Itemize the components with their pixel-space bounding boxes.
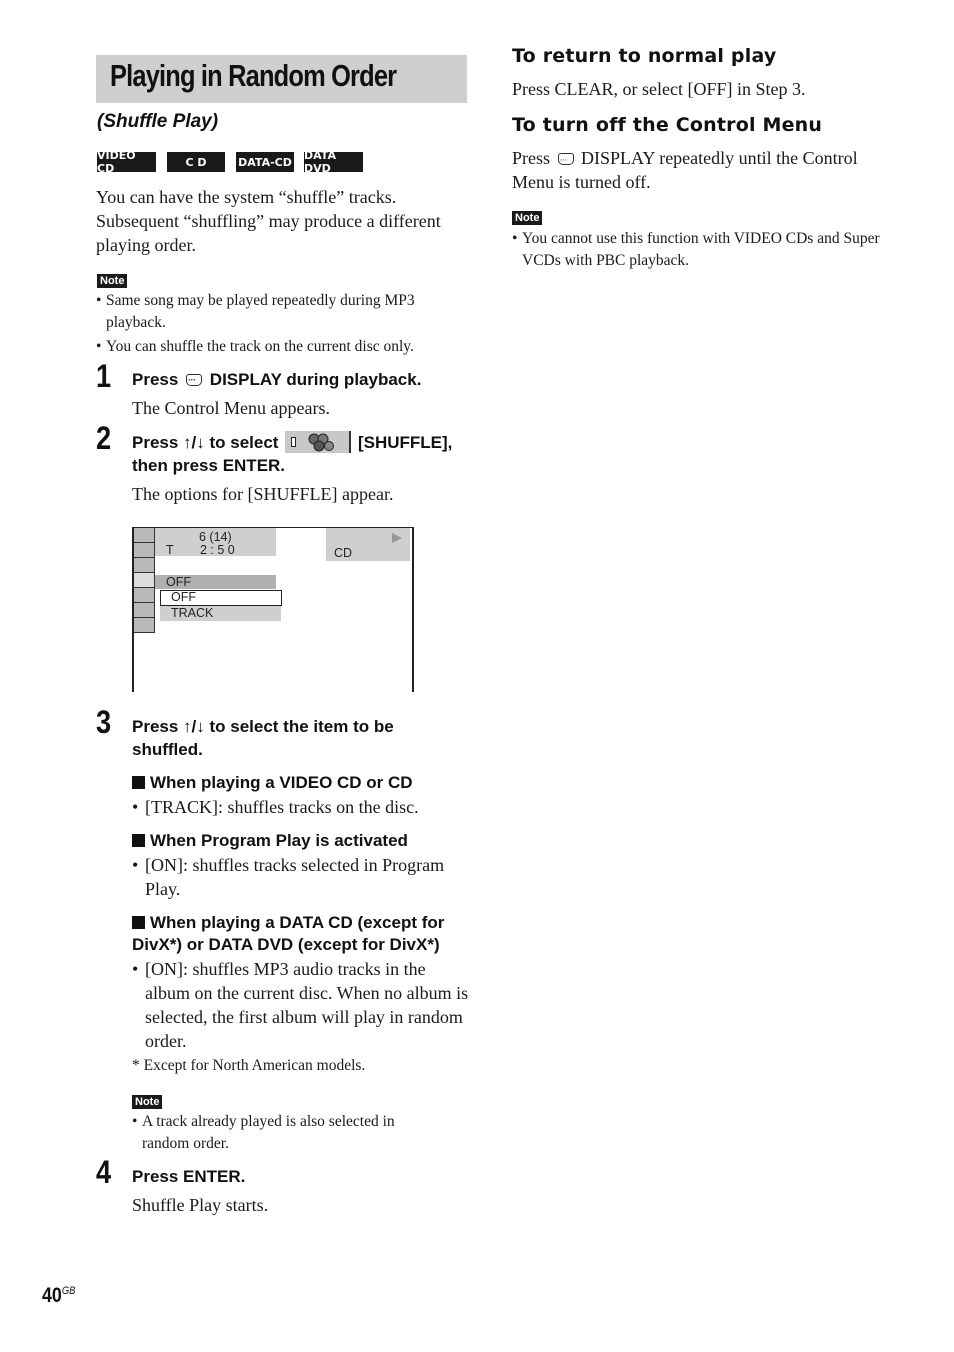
square-bullet-icon (132, 916, 145, 929)
menu-icon-slot (134, 558, 155, 573)
subsection-bullet: [ON]: shuffles MP3 audio tracks in the a… (132, 957, 472, 1053)
option-label: TRACK (171, 606, 214, 620)
page-subtitle: (Shuffle Play) (97, 111, 219, 132)
subsection-heading: When playing a DATA CD (except for DivX*… (132, 912, 472, 956)
page-number: 40GB (42, 1284, 75, 1308)
step-heading-text: Press ↑/↓ to select (132, 433, 279, 452)
section-body: Press CLEAR, or select [OFF] in Step 3. (512, 79, 806, 99)
section-body: Press DISPLAY repeatedly until the Contr… (512, 146, 892, 194)
note-item: You cannot use this function with VIDEO … (512, 228, 887, 272)
shuffle-icon-graphic (291, 433, 335, 452)
subsection-heading: When Program Play is activated (132, 830, 472, 852)
display-button-icon (186, 369, 203, 392)
section-heading: To return to normal play (512, 45, 777, 67)
subsection: When playing a VIDEO CD or CD [TRACK]: s… (132, 772, 472, 819)
footnote: * Except for North American models. (132, 1057, 366, 1074)
subsection: When playing a DATA CD (except for DivX*… (132, 912, 472, 1053)
step-heading-text: then press ENTER. (132, 456, 286, 475)
step-body: The Control Menu appears. (132, 398, 330, 418)
subsection-title: When playing a DATA CD (except for DivX*… (132, 913, 445, 954)
note-item: A track already played is also selected … (132, 1111, 432, 1155)
menu-icon-slot (134, 528, 155, 543)
intro-paragraph: You can have the system “shuffle” tracks… (96, 187, 441, 255)
note-item: Same song may be played repeatedly durin… (96, 290, 468, 334)
subsection-title: When Program Play is activated (150, 831, 408, 850)
subsection-bullet: [TRACK]: shuffles tracks on the disc. (132, 795, 472, 819)
badge-data-cd: DATA-CD (236, 152, 294, 172)
play-icon (392, 533, 402, 543)
menu-icon-slot-selected (134, 573, 155, 588)
square-bullet-icon (132, 776, 145, 789)
subsection-heading: When playing a VIDEO CD or CD (132, 772, 472, 794)
page-number-value: 40 (42, 1284, 62, 1307)
section-heading: To turn off the Control Menu (512, 114, 823, 136)
disc-type: CD (334, 546, 353, 560)
badge-data-dvd: DATA DVD (304, 149, 363, 175)
step-body: The options for [SHUFFLE] appear. (132, 484, 394, 504)
step-heading-text: DISPLAY during playback. (209, 370, 422, 389)
menu-icon-slot (134, 543, 155, 558)
step-heading-text: [SHUFFLE], (357, 433, 453, 452)
step-heading: Press ↑/↓ to select the item to be shuff… (132, 717, 394, 759)
step-number: 1 (96, 358, 112, 394)
time-label: T (166, 543, 174, 557)
step-number: 3 (96, 704, 112, 740)
note-list: Same song may be played repeatedly durin… (96, 290, 468, 358)
subsection-title: When playing a VIDEO CD or CD (150, 773, 413, 792)
note-label: Note (97, 274, 128, 288)
note-list: You cannot use this function with VIDEO … (512, 228, 887, 272)
step-body: Shuffle Play starts. (132, 1195, 269, 1215)
badge-cd: C D (167, 152, 225, 172)
page-number-suffix: GB (61, 1285, 76, 1297)
section-body-text: Press (512, 148, 551, 168)
note-label: Note (512, 211, 543, 225)
step-number: 2 (96, 420, 112, 456)
menu-icon-slot (134, 588, 155, 603)
current-setting: OFF (166, 575, 191, 589)
step-heading: Press DISPLAY during playback. (132, 368, 422, 392)
square-bullet-icon (132, 834, 145, 847)
note-list: A track already played is also selected … (132, 1111, 432, 1155)
track-number: 6 (14) (199, 530, 232, 544)
menu-icon-slot (134, 603, 155, 618)
note-label: Note (132, 1095, 163, 1109)
badge-video-cd: VIDEO CD (97, 149, 156, 175)
subsection-bullet: [ON]: shuffles tracks selected in Progra… (132, 853, 472, 901)
control-menu-screen: 6 (14) T 2 : 5 0 CD OFF OFF TRACK (132, 527, 414, 692)
shuffle-icon (285, 431, 352, 453)
page-title: Playing in Random Order (110, 58, 397, 93)
display-button-icon (557, 148, 574, 172)
menu-icon-slot (134, 618, 155, 633)
option-label: OFF (171, 590, 196, 604)
step-heading-text: Press (132, 370, 179, 389)
step-number: 4 (96, 1154, 112, 1190)
step-heading: Press ENTER. (132, 1167, 246, 1186)
step-heading: Press ↑/↓ to select [SHUFFLE], then pres… (132, 431, 472, 477)
time-value: 2 : 5 0 (200, 543, 235, 557)
note-item: You can shuffle the track on the current… (96, 336, 468, 358)
subsection: When Program Play is activated [ON]: shu… (132, 830, 472, 901)
